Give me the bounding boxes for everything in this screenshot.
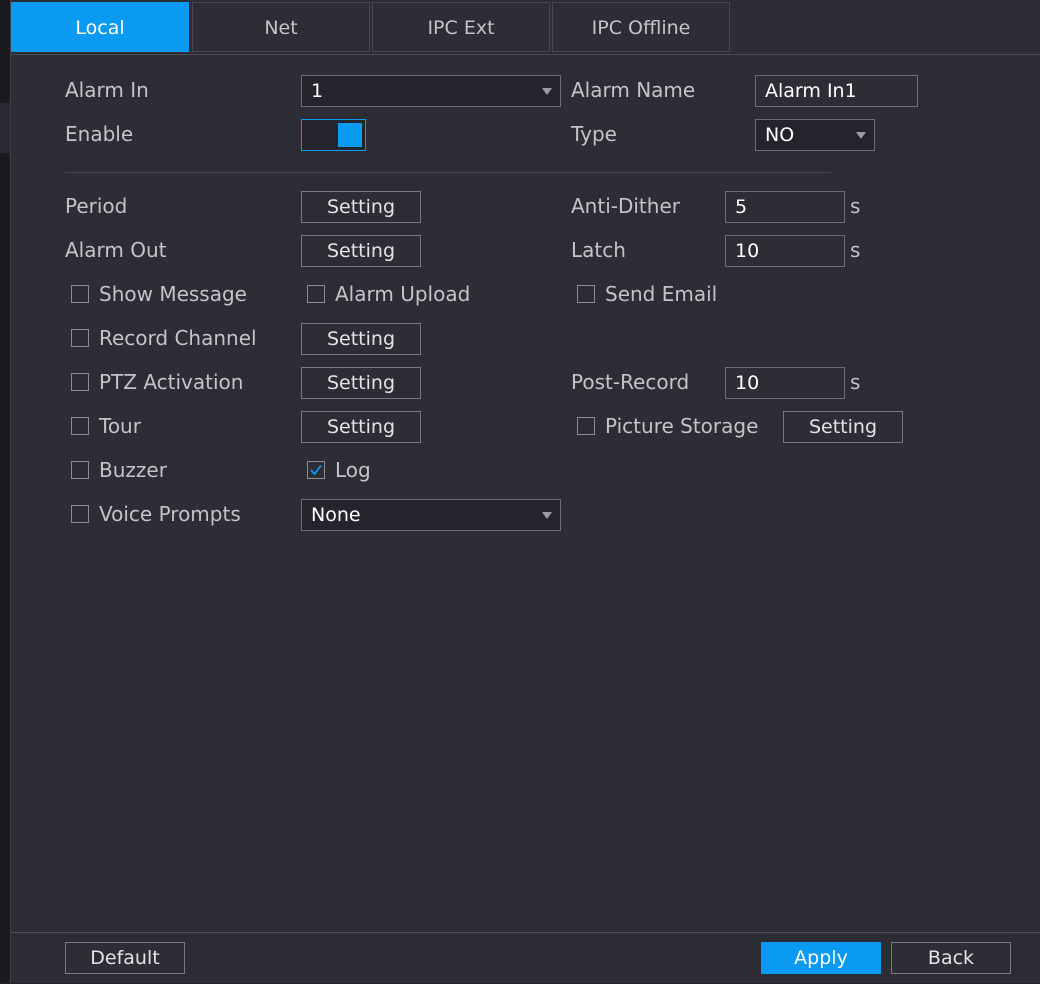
- ptz-activation-setting-button[interactable]: Setting: [301, 367, 421, 399]
- alarm-name-input[interactable]: Alarm In1: [755, 75, 918, 107]
- left-strip: [0, 0, 10, 983]
- apply-button[interactable]: Apply: [761, 942, 881, 974]
- left-strip-marker: [0, 103, 10, 153]
- type-value: NO: [765, 124, 795, 146]
- record-channel-setting-button[interactable]: Setting: [301, 323, 421, 355]
- voice-prompts-label: Voice Prompts: [99, 502, 241, 526]
- anti-dither-input[interactable]: 5: [725, 191, 845, 223]
- alarm-settings-panel: Local Net IPC Ext IPC Offline Alarm In 1…: [10, 0, 1040, 983]
- tab-ipc-ext[interactable]: IPC Ext: [372, 2, 550, 52]
- post-record-input[interactable]: 10: [725, 367, 845, 399]
- alarm-in-label: Alarm In: [65, 78, 149, 102]
- type-label: Type: [571, 122, 617, 146]
- tab-net[interactable]: Net: [192, 2, 370, 52]
- voice-prompts-checkbox[interactable]: [71, 505, 89, 523]
- alarm-in-value: 1: [311, 80, 324, 102]
- back-button[interactable]: Back: [891, 942, 1011, 974]
- dropdown-arrow-icon: [542, 88, 552, 95]
- period-label: Period: [65, 194, 128, 218]
- show-message-label: Show Message: [99, 282, 247, 306]
- alarm-name-label: Alarm Name: [571, 78, 696, 102]
- period-setting-button[interactable]: Setting: [301, 191, 421, 223]
- tab-local[interactable]: Local: [11, 2, 189, 52]
- tour-label: Tour: [99, 414, 141, 438]
- footer-bar: Default Apply Back: [11, 932, 1040, 984]
- record-channel-label: Record Channel: [99, 326, 257, 350]
- ptz-activation-label: PTZ Activation: [99, 370, 244, 394]
- toggle-knob: [338, 123, 362, 147]
- alarm-upload-checkbox[interactable]: [307, 285, 325, 303]
- default-button[interactable]: Default: [65, 942, 185, 974]
- buzzer-label: Buzzer: [99, 458, 167, 482]
- post-record-unit: s: [850, 370, 861, 394]
- section-divider: [65, 172, 831, 173]
- latch-input[interactable]: 10: [725, 235, 845, 267]
- alarm-out-setting-button[interactable]: Setting: [301, 235, 421, 267]
- latch-label: Latch: [571, 238, 626, 262]
- latch-unit: s: [850, 238, 861, 262]
- voice-prompts-value: None: [311, 504, 361, 526]
- send-email-checkbox[interactable]: [577, 285, 595, 303]
- enable-toggle[interactable]: [301, 119, 366, 151]
- alarm-in-select[interactable]: 1: [301, 75, 561, 107]
- log-checkbox[interactable]: [307, 461, 325, 479]
- log-label: Log: [335, 458, 371, 482]
- checkmark-icon: [310, 464, 322, 476]
- voice-prompts-select[interactable]: None: [301, 499, 561, 531]
- alarm-upload-label: Alarm Upload: [335, 282, 471, 306]
- type-select[interactable]: NO: [755, 119, 875, 151]
- alarm-out-label: Alarm Out: [65, 238, 167, 262]
- anti-dither-label: Anti-Dither: [571, 194, 680, 218]
- picture-storage-checkbox[interactable]: [577, 417, 595, 435]
- buzzer-checkbox[interactable]: [71, 461, 89, 479]
- dropdown-arrow-icon: [542, 512, 552, 519]
- tab-bar: Local Net IPC Ext IPC Offline: [11, 2, 1040, 55]
- post-record-label: Post-Record: [571, 370, 690, 394]
- picture-storage-label: Picture Storage: [605, 414, 759, 438]
- ptz-activation-checkbox[interactable]: [71, 373, 89, 391]
- record-channel-checkbox[interactable]: [71, 329, 89, 347]
- tour-checkbox[interactable]: [71, 417, 89, 435]
- show-message-checkbox[interactable]: [71, 285, 89, 303]
- enable-label: Enable: [65, 122, 134, 146]
- tab-ipc-offline[interactable]: IPC Offline: [552, 2, 730, 52]
- anti-dither-unit: s: [850, 194, 861, 218]
- dropdown-arrow-icon: [856, 132, 866, 139]
- send-email-label: Send Email: [605, 282, 718, 306]
- picture-storage-setting-button[interactable]: Setting: [783, 411, 903, 443]
- tour-setting-button[interactable]: Setting: [301, 411, 421, 443]
